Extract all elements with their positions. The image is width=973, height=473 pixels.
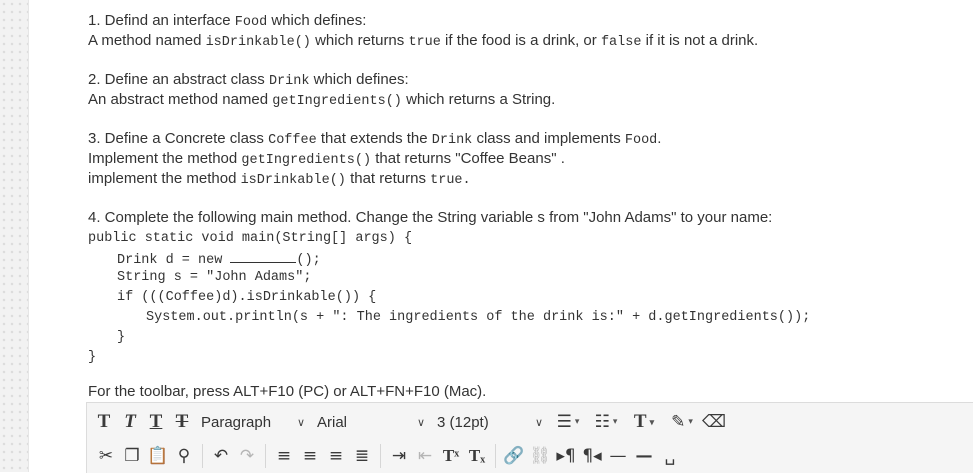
font-color-icon[interactable]: T ▾ — [625, 408, 663, 436]
outdent-icon[interactable]: ⇤ — [412, 442, 438, 470]
align-center-icon[interactable]: ≡ — [297, 442, 323, 470]
undo-icon[interactable]: ↶ — [208, 442, 234, 470]
font-size-value: 3 (12pt) — [437, 413, 489, 431]
cut-icon[interactable]: ✂ — [93, 442, 119, 470]
q3-line3: implement the method isDrinkable() that … — [88, 170, 471, 188]
subscript-icon[interactable]: Tₓ — [464, 442, 490, 470]
code-line-close-if: } — [117, 330, 126, 345]
q2-line1: 2. Define an abstract class Drink which … — [88, 71, 409, 89]
find-icon[interactable]: ⚲ — [171, 442, 197, 470]
left-dotted-strip — [0, 0, 29, 472]
code-line-if: if (((Coffee)d).isDrinkable()) { — [117, 290, 377, 305]
unlink-icon[interactable]: ⛓ — [527, 442, 553, 470]
q3-line1: 3. Define a Concrete class Coffee that e… — [88, 130, 662, 148]
toolbar-divider — [265, 444, 266, 468]
code-line-close-main: } — [88, 350, 97, 365]
bold-icon[interactable]: T — [91, 408, 117, 436]
align-left-icon[interactable]: ≡ — [271, 442, 297, 470]
toolbar-divider — [380, 444, 381, 468]
underline-icon[interactable]: T — [143, 408, 169, 436]
highlight-pen-icon[interactable]: ✎ ▾ — [663, 408, 701, 436]
toolbar-row-2: ✂ ❐ 📋 ⚲ ↶ ↷ ≡ ≡ ≡ ≣ ⇥ ⇤ Tˣ Tₓ 🔗 ⛓ ▸¶ ¶◂ … — [87, 439, 683, 473]
toolbar-hint: For the toolbar, press ALT+F10 (PC) or A… — [88, 383, 487, 400]
toolbar-divider — [202, 444, 203, 468]
link-icon[interactable]: 🔗 — [501, 442, 527, 470]
thick-horizontal-rule-icon[interactable]: — — [631, 442, 657, 470]
align-justify-icon[interactable]: ≣ — [349, 442, 375, 470]
copy-icon[interactable]: ❐ — [119, 442, 145, 470]
font-family-select[interactable]: Arial ∨ — [311, 408, 431, 436]
code-line-main: public static void main(String[] args) { — [88, 231, 413, 246]
font-family-value: Arial — [317, 413, 348, 431]
font-size-select[interactable]: 3 (12pt) ∨ — [431, 408, 549, 436]
code-line-println: System.out.println(s + ": The ingredient… — [146, 310, 811, 325]
align-right-icon[interactable]: ≡ — [323, 442, 349, 470]
q3-line2: Implement the method getIngredients() th… — [88, 150, 565, 168]
q1-line2: A method named isDrinkable() which retur… — [88, 32, 759, 50]
chevron-down-icon: ∨ — [534, 415, 543, 429]
nonbreaking-space-icon[interactable]: ␣ — [657, 442, 683, 470]
q1-line1: 1. Defind an interface Food which define… — [88, 12, 367, 30]
editor-toolbar: T T T T Paragraph ∨ Arial ∨ 3 (12pt) ∨ ☰ ▾ ☷… — [86, 402, 973, 473]
toolbar-divider — [495, 444, 496, 468]
answer-blank — [230, 248, 297, 263]
clear-formatting-eraser-icon[interactable]: ⌫ — [701, 408, 727, 436]
superscript-icon[interactable]: Tˣ — [438, 442, 464, 470]
bullet-list-icon[interactable]: ☰ ▾ — [549, 408, 587, 436]
redo-icon[interactable]: ↷ — [234, 442, 260, 470]
chevron-down-icon: ∨ — [296, 415, 305, 429]
paste-icon[interactable]: 📋 — [145, 442, 171, 470]
q4-line1: 4. Complete the following main method. C… — [88, 209, 773, 226]
q2-line2: An abstract method named getIngredients(… — [88, 91, 556, 109]
indent-icon[interactable]: ⇥ — [386, 442, 412, 470]
ltr-paragraph-icon[interactable]: ▸¶ — [553, 442, 579, 470]
paragraph-select-value: Paragraph — [201, 413, 272, 431]
chevron-down-icon: ∨ — [416, 415, 425, 429]
code-line-drink: Drink d = new (); — [117, 248, 321, 270]
toolbar-row-1: T T T T Paragraph ∨ Arial ∨ 3 (12pt) ∨ ☰ ▾ ☷… — [87, 405, 727, 439]
italic-icon[interactable]: T — [117, 408, 143, 436]
strikethrough-icon[interactable]: T — [169, 408, 195, 436]
code-line-string: String s = "John Adams"; — [117, 270, 312, 285]
rtl-paragraph-icon[interactable]: ¶◂ — [579, 442, 605, 470]
numbered-list-icon[interactable]: ☷ ▾ — [587, 408, 625, 436]
horizontal-rule-icon[interactable]: — — [605, 442, 631, 470]
paragraph-select[interactable]: Paragraph ∨ — [195, 408, 311, 436]
